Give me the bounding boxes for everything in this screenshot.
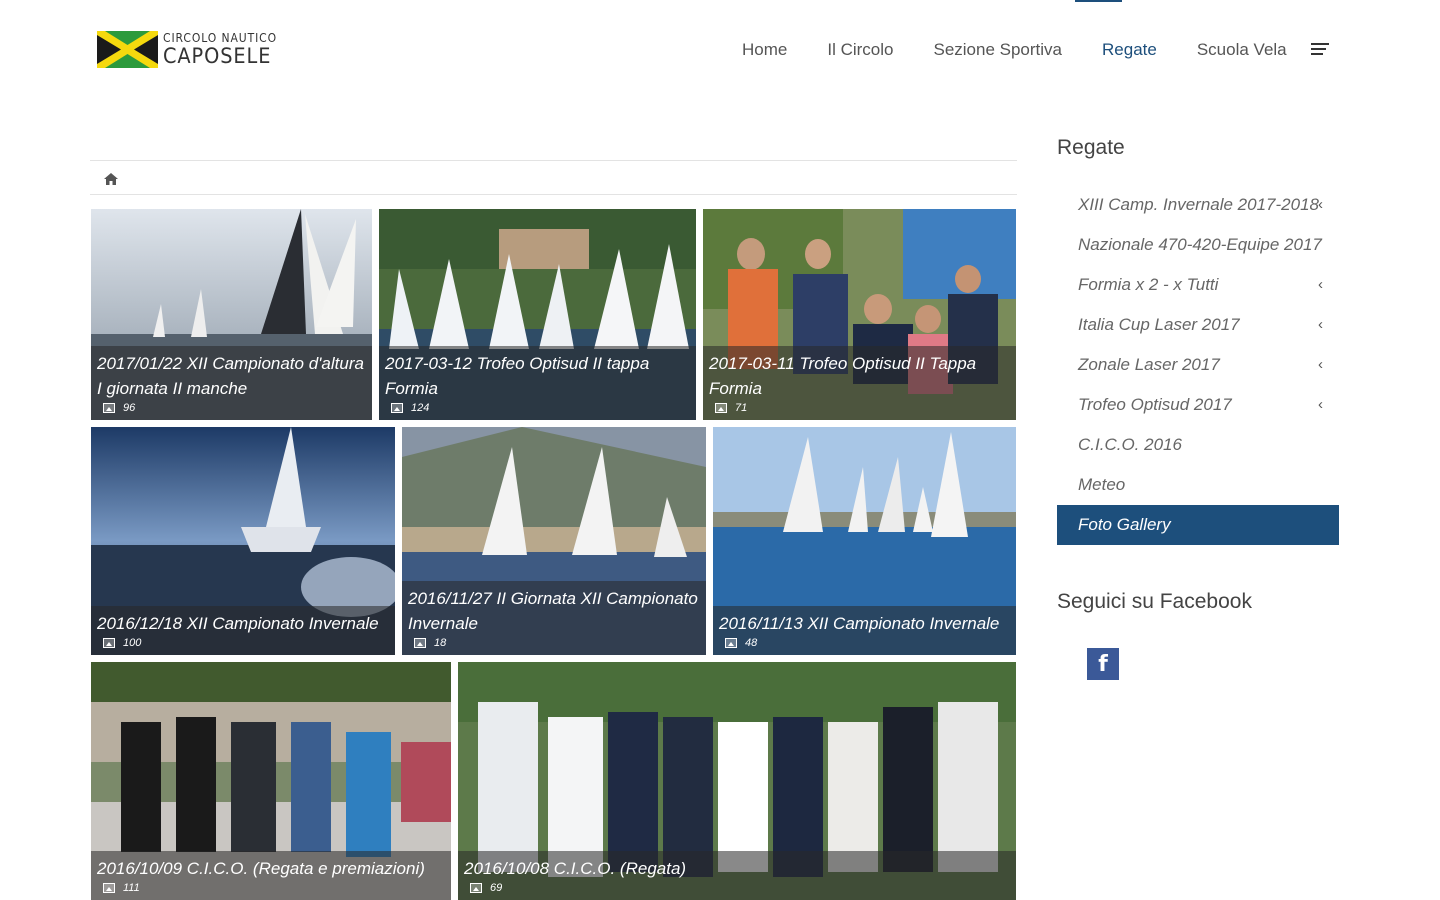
chevron-left-icon[interactable]: ‹: [1318, 265, 1323, 305]
gallery-count: 100: [97, 637, 389, 649]
gallery-title: 2016/11/27 II Giornata XII Campionato In…: [408, 589, 698, 633]
nav-item-regate[interactable]: Regate: [1102, 40, 1157, 60]
gallery-item[interactable]: 2017/01/22 XII Campionato d'altura I gio…: [91, 209, 372, 420]
gallery-count: 18: [408, 637, 700, 649]
gallery-item[interactable]: 2016/11/13 XII Campionato Invernale 48: [713, 427, 1016, 655]
sidebar-item-label: Trofeo Optisud 2017: [1078, 395, 1232, 414]
gallery-title: 2017-03-11 Trofeo Optisud II Tappa Formi…: [709, 354, 977, 398]
logo-line2: CAPOSELE: [163, 44, 272, 68]
nav-active-indicator: [1075, 0, 1122, 2]
chevron-left-icon[interactable]: ‹: [1318, 185, 1323, 225]
logo-text: CIRCOLO NAUTICO CAPOSELE: [163, 32, 290, 67]
image-icon: [414, 638, 426, 648]
image-icon: [715, 403, 727, 413]
image-icon: [470, 883, 482, 893]
gallery-count-value: 100: [123, 637, 142, 649]
sidebar-item-label: XIII Camp. Invernale 2017-2018: [1078, 195, 1319, 214]
sidebar-item-label: Meteo: [1078, 475, 1126, 494]
gallery-count: 48: [719, 637, 1010, 649]
gallery-item[interactable]: 2017-03-12 Trofeo Optisud II tappa Formi…: [379, 209, 696, 420]
gallery-count: 111: [97, 882, 445, 894]
gallery-item[interactable]: 2016/10/09 C.I.C.O. (Regata e premiazion…: [91, 662, 451, 900]
gallery-caption: 2016/10/08 C.I.C.O. (Regata) 69: [458, 851, 1016, 900]
sidebar-item-label: Italia Cup Laser 2017: [1078, 315, 1240, 334]
sidebar-item-label: Foto Gallery: [1078, 515, 1171, 534]
gallery-title: 2016/12/18 XII Campionato Invernale: [97, 614, 379, 633]
gallery-title: 2016/10/08 C.I.C.O. (Regata): [464, 859, 687, 878]
sidebar-item-nazionale-470[interactable]: Nazionale 470-420-Equipe 2017: [1057, 225, 1339, 265]
gallery-count: 71: [709, 402, 1010, 414]
nav-item-scuola-vela[interactable]: Scuola Vela: [1197, 40, 1287, 60]
main-nav: Home Il Circolo Sezione Sportiva Regate …: [742, 40, 1287, 60]
gallery-caption: 2017-03-12 Trofeo Optisud II tappa Formi…: [379, 346, 696, 420]
chevron-left-icon[interactable]: ‹: [1318, 305, 1323, 345]
sidebar-item-xiii-camp-invernale[interactable]: XIII Camp. Invernale 2017-2018 ‹: [1057, 185, 1339, 225]
gallery-caption: 2016/10/09 C.I.C.O. (Regata e premiazion…: [91, 851, 451, 900]
gallery-count-value: 48: [745, 637, 758, 649]
logo-line1: CIRCOLO NAUTICO: [163, 31, 278, 45]
nav-item-sezione-sportiva[interactable]: Sezione Sportiva: [933, 40, 1062, 60]
sidebar-item-zonale-laser[interactable]: Zonale Laser 2017 ‹: [1057, 345, 1339, 385]
chevron-left-icon[interactable]: ‹: [1318, 385, 1323, 425]
sidebar-item-formia-x2[interactable]: Formia x 2 - x Tutti ‹: [1057, 265, 1339, 305]
gallery-item[interactable]: 2016/12/18 XII Campionato Invernale 100: [91, 427, 395, 655]
sidebar-menu: XIII Camp. Invernale 2017-2018 ‹ Nazional…: [1057, 185, 1339, 545]
site-logo[interactable]: CIRCOLO NAUTICO CAPOSELE: [97, 31, 290, 68]
facebook-section-title: Seguici su Facebook: [1057, 590, 1252, 613]
gallery-caption: 2016/11/27 II Giornata XII Campionato In…: [402, 581, 706, 655]
gallery-item[interactable]: 2017-03-11 Trofeo Optisud II Tappa Formi…: [703, 209, 1016, 420]
sidebar-item-cico-2016[interactable]: C.I.C.O. 2016: [1057, 425, 1339, 465]
sidebar-item-label: C.I.C.O. 2016: [1078, 435, 1182, 454]
jamaica-flag-logo-icon: [97, 31, 158, 68]
image-icon: [391, 403, 403, 413]
sidebar-item-foto-gallery[interactable]: Foto Gallery: [1057, 505, 1339, 545]
gallery-title: 2016/11/13 XII Campionato Invernale: [719, 614, 1000, 633]
sidebar-title: Regate: [1057, 136, 1125, 159]
sidebar-item-label: Zonale Laser 2017: [1078, 355, 1220, 374]
gallery-caption: 2017/01/22 XII Campionato d'altura I gio…: [91, 346, 372, 420]
image-icon: [725, 638, 737, 648]
gallery-caption: 2016/11/13 XII Campionato Invernale 48: [713, 606, 1016, 655]
hamburger-menu-icon[interactable]: [1311, 43, 1329, 55]
facebook-icon[interactable]: f: [1087, 648, 1119, 680]
gallery-item[interactable]: 2016/10/08 C.I.C.O. (Regata) 69: [458, 662, 1016, 900]
nav-item-il-circolo[interactable]: Il Circolo: [827, 40, 893, 60]
gallery-count: 124: [385, 402, 690, 414]
sidebar-item-trofeo-optisud[interactable]: Trofeo Optisud 2017 ‹: [1057, 385, 1339, 425]
breadcrumb: [90, 160, 1017, 195]
gallery-count-value: 69: [490, 882, 503, 894]
nav-item-home[interactable]: Home: [742, 40, 787, 60]
gallery-count-value: 111: [123, 882, 140, 894]
sidebar-item-meteo[interactable]: Meteo: [1057, 465, 1339, 505]
gallery-caption: 2016/12/18 XII Campionato Invernale 100: [91, 606, 395, 655]
sidebar-item-label: Nazionale 470-420-Equipe 2017: [1078, 235, 1322, 254]
home-icon[interactable]: [104, 173, 118, 185]
gallery-title: 2017-03-12 Trofeo Optisud II tappa Formi…: [385, 354, 650, 398]
gallery-count-value: 96: [123, 402, 136, 414]
image-icon: [103, 883, 115, 893]
gallery-count: 69: [464, 882, 1010, 894]
chevron-left-icon[interactable]: ‹: [1318, 345, 1323, 385]
gallery-title: 2016/10/09 C.I.C.O. (Regata e premiazion…: [97, 859, 425, 878]
gallery-count-value: 124: [411, 402, 430, 414]
gallery-item[interactable]: 2016/11/27 II Giornata XII Campionato In…: [402, 427, 706, 655]
image-icon: [103, 403, 115, 413]
gallery-title: 2017/01/22 XII Campionato d'altura I gio…: [97, 354, 364, 398]
gallery-count-value: 18: [434, 637, 447, 649]
image-icon: [103, 638, 115, 648]
sidebar-item-italia-cup-laser[interactable]: Italia Cup Laser 2017 ‹: [1057, 305, 1339, 345]
gallery-count-value: 71: [735, 402, 748, 414]
sidebar-item-label: Formia x 2 - x Tutti: [1078, 275, 1219, 294]
gallery-count: 96: [97, 402, 366, 414]
gallery-caption: 2017-03-11 Trofeo Optisud II Tappa Formi…: [703, 346, 1016, 420]
